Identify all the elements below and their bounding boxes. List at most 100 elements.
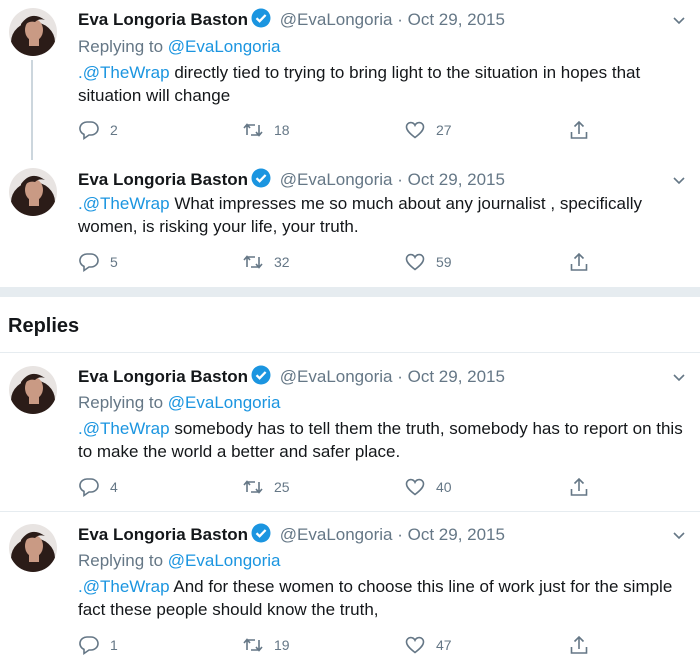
reply-button[interactable]: 2 [78,119,118,141]
tweet-header: Eva Longoria Baston @EvaLongoria · Oct 2… [78,8,505,32]
tweet-date[interactable]: Oct 29, 2015 [408,10,505,29]
author-handle[interactable]: @EvaLongoria [280,525,393,544]
heart-icon [405,478,425,496]
tweet[interactable]: Eva Longoria Baston @EvaLongoria · Oct 2… [0,160,700,285]
separator: · [397,367,403,386]
reply-button[interactable]: 4 [78,476,118,498]
author-name[interactable]: Eva Longoria Baston [78,367,248,386]
like-count: 40 [436,479,452,495]
heart-icon [405,636,425,654]
heart-icon [405,253,425,271]
retweet-count: 19 [274,637,290,653]
verified-badge-icon [251,365,271,392]
reply-count: 2 [110,122,118,138]
retweet-icon [243,123,263,137]
author-name[interactable]: Eva Longoria Baston [78,10,248,29]
separator: · [397,170,403,189]
replying-to-link[interactable]: @EvaLongoria [168,393,281,412]
tweet[interactable]: Eva Longoria Baston @EvaLongoria · Oct 2… [0,516,700,669]
tweet-header: Eva Longoria Baston @EvaLongoria · Oct 2… [78,523,505,547]
retweet-button[interactable]: 18 [242,119,290,141]
share-icon [570,120,588,139]
like-count: 59 [436,254,452,270]
tweet-text: .@TheWrap directly tied to trying to bri… [78,61,690,107]
retweet-button[interactable]: 19 [242,634,290,656]
avatar[interactable] [9,366,57,414]
author-handle[interactable]: @EvaLongoria [280,367,393,386]
tweet-text: .@TheWrap And for these women to choose … [78,575,690,621]
replying-to-link[interactable]: @EvaLongoria [168,37,281,56]
share-button[interactable] [568,476,590,498]
reply-icon [79,253,99,273]
reply-button[interactable]: 5 [78,251,118,273]
mention-link[interactable]: .@TheWrap [78,419,170,438]
replying-to: Replying to @EvaLongoria [78,37,281,57]
avatar[interactable] [9,524,57,572]
retweet-button[interactable]: 32 [242,251,290,273]
reply-icon [79,121,99,141]
retweet-icon [243,480,263,494]
separator: · [397,10,403,29]
like-button[interactable]: 47 [404,634,452,656]
tweet-header: Eva Longoria Baston @EvaLongoria · Oct 2… [78,365,505,389]
share-button[interactable] [568,251,590,273]
reply-count: 5 [110,254,118,270]
chevron-down-icon[interactable] [672,370,686,384]
avatar[interactable] [9,8,57,56]
share-icon [570,477,588,496]
replying-prefix: Replying to [78,551,168,570]
author-name[interactable]: Eva Longoria Baston [78,525,248,544]
tweet-date[interactable]: Oct 29, 2015 [408,367,505,386]
replying-to-link[interactable]: @EvaLongoria [168,551,281,570]
tweet-text: .@TheWrap What impresses me so much abou… [78,192,690,238]
tweet-actions: 2 18 27 [78,119,598,141]
replying-to: Replying to @EvaLongoria [78,393,281,413]
author-name[interactable]: Eva Longoria Baston [78,170,248,189]
share-button[interactable] [568,119,590,141]
tweet-actions: 4 25 40 [78,476,598,498]
retweet-count: 32 [274,254,290,270]
replying-prefix: Replying to [78,37,168,56]
share-button[interactable] [568,634,590,656]
author-handle[interactable]: @EvaLongoria [280,10,393,29]
retweet-button[interactable]: 25 [242,476,290,498]
tweet-body: somebody has to tell them the truth, som… [78,419,683,461]
avatar[interactable] [9,168,57,216]
share-icon [570,252,588,271]
chevron-down-icon[interactable] [672,528,686,542]
retweet-count: 18 [274,122,290,138]
replying-to: Replying to @EvaLongoria [78,551,281,571]
chevron-down-icon[interactable] [672,173,686,187]
heart-icon [405,121,425,139]
tweet-header: Eva Longoria Baston @EvaLongoria · Oct 2… [78,168,505,192]
section-divider [0,287,700,297]
replying-prefix: Replying to [78,393,168,412]
mention-link[interactable]: .@TheWrap [78,577,170,596]
separator: · [397,525,403,544]
verified-badge-icon [251,523,271,550]
tweet-date[interactable]: Oct 29, 2015 [408,170,505,189]
mention-link[interactable]: .@TheWrap [78,63,170,82]
divider [0,352,700,353]
tweet-text: .@TheWrap somebody has to tell them the … [78,417,690,463]
reply-icon [79,636,99,656]
replies-heading: Replies [8,315,80,337]
mention-link[interactable]: .@TheWrap [78,194,170,213]
like-count: 27 [436,122,452,138]
like-count: 47 [436,637,452,653]
tweet-actions: 1 19 47 [78,634,598,656]
like-button[interactable]: 27 [404,119,452,141]
retweet-icon [243,638,263,652]
tweet-date[interactable]: Oct 29, 2015 [408,525,505,544]
divider [0,511,700,512]
share-icon [570,635,588,654]
like-button[interactable]: 40 [404,476,452,498]
author-handle[interactable]: @EvaLongoria [280,170,393,189]
tweet[interactable]: Eva Longoria Baston @EvaLongoria · Oct 2… [0,0,700,160]
verified-badge-icon [251,8,271,35]
reply-button[interactable]: 1 [78,634,118,656]
like-button[interactable]: 59 [404,251,452,273]
tweet[interactable]: Eva Longoria Baston @EvaLongoria · Oct 2… [0,358,700,510]
verified-badge-icon [251,168,271,195]
chevron-down-icon[interactable] [672,13,686,27]
